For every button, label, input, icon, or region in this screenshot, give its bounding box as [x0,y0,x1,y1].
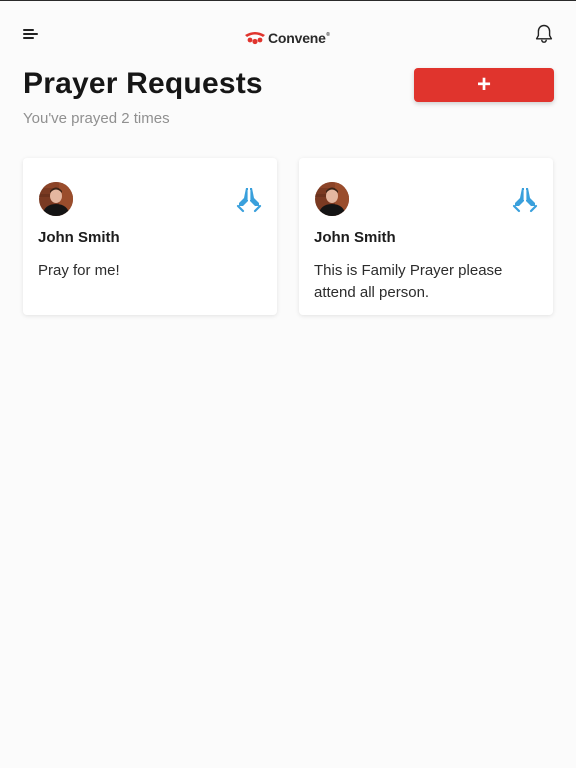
brand-name: Convene ® [268,30,330,46]
prayed-count-text: You've prayed 2 times [23,110,170,127]
requester-name: John Smith [314,229,396,246]
menu-icon[interactable] [20,26,40,42]
request-message: Pray for me! [38,262,120,279]
requester-name: John Smith [38,229,120,246]
prayer-request-card[interactable]: John Smith This is Family Prayer please … [299,158,553,315]
praying-hands-icon[interactable] [511,185,539,213]
praying-hands-icon[interactable] [235,185,263,213]
avatar [315,182,349,216]
add-prayer-request-button[interactable]: + [414,68,554,102]
request-message: This is Family Prayer please attend all … [314,262,503,301]
convene-logo-icon [245,32,265,45]
page-title: Prayer Requests [23,67,263,100]
avatar [39,182,73,216]
bell-icon[interactable] [532,22,556,46]
brand-logo: Convene ® [244,28,330,48]
top-bar: Convene ® [0,1,576,61]
prayer-request-card[interactable]: John Smith Pray for me! [23,158,277,315]
